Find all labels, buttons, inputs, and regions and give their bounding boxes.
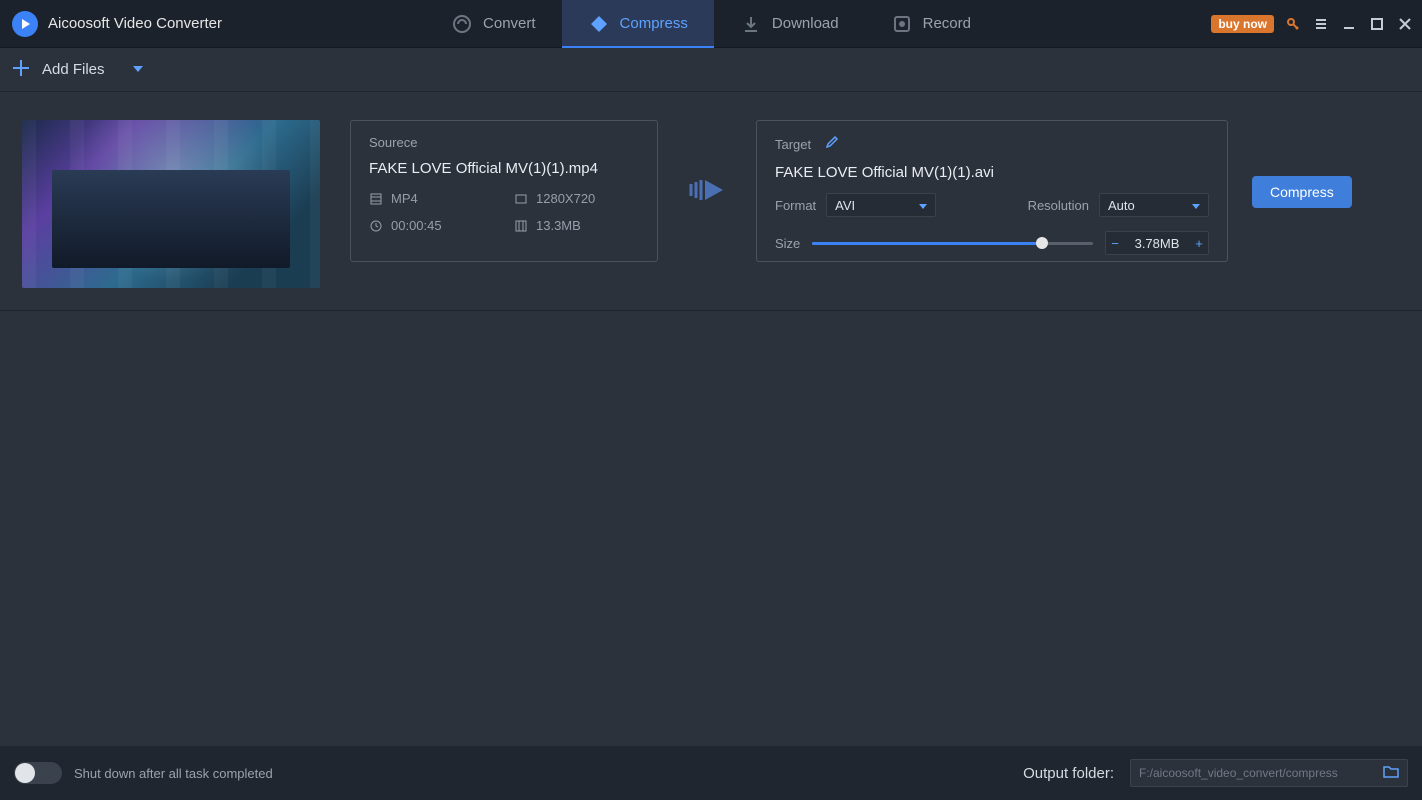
source-header: Sourece: [369, 135, 639, 150]
tab-download-label: Download: [772, 15, 839, 32]
main-tabs: Convert Compress Download Record: [425, 0, 997, 48]
output-folder-label: Output folder:: [1023, 765, 1114, 782]
add-files-label: Add Files: [42, 61, 105, 78]
slider-thumb[interactable]: [1036, 237, 1048, 249]
key-icon[interactable]: [1284, 15, 1302, 33]
add-files-button[interactable]: Add Files: [10, 57, 143, 83]
item-row: Sourece FAKE LOVE Official MV(1)(1).mp4 …: [0, 92, 1422, 288]
size-slider[interactable]: [812, 235, 1093, 251]
video-thumbnail[interactable]: [22, 120, 320, 288]
source-duration: 00:00:45: [369, 218, 494, 233]
format-label: Format: [775, 198, 816, 213]
size-label: Size: [775, 236, 800, 251]
size-decrease-button[interactable]: −: [1106, 236, 1124, 251]
format-value: AVI: [835, 198, 855, 213]
compress-button[interactable]: Compress: [1252, 176, 1352, 208]
resolution-select[interactable]: Auto: [1099, 193, 1209, 217]
resolution-value: Auto: [1108, 198, 1135, 213]
toggle-knob: [15, 763, 35, 783]
chevron-down-icon: [919, 198, 927, 213]
tab-download[interactable]: Download: [714, 0, 865, 48]
menu-icon[interactable]: [1312, 15, 1330, 33]
source-filename: FAKE LOVE Official MV(1)(1).mp4: [369, 160, 639, 177]
convert-icon: [451, 13, 473, 35]
record-icon: [891, 13, 913, 35]
footer-bar: Shut down after all task completed Outpu…: [0, 746, 1422, 800]
output-path-value: F:/aicoosoft_video_convert/compress: [1139, 766, 1338, 780]
tab-compress-label: Compress: [620, 15, 688, 32]
clock-icon: [369, 219, 383, 233]
tab-compress[interactable]: Compress: [562, 0, 714, 48]
minimize-icon[interactable]: [1340, 15, 1358, 33]
resolution-icon: [514, 192, 528, 206]
tab-record[interactable]: Record: [865, 0, 997, 48]
shutdown-label: Shut down after all task completed: [74, 766, 273, 781]
maximize-icon[interactable]: [1368, 15, 1386, 33]
window-controls: buy now: [1211, 15, 1422, 33]
resolution-label: Resolution: [1028, 198, 1089, 213]
title-bar: Aicoosoft Video Converter Convert Compre…: [0, 0, 1422, 48]
app-title: Aicoosoft Video Converter: [48, 15, 222, 32]
output-path-field[interactable]: F:/aicoosoft_video_convert/compress: [1130, 759, 1408, 787]
source-card: Sourece FAKE LOVE Official MV(1)(1).mp4 …: [350, 120, 658, 262]
shutdown-toggle[interactable]: [14, 762, 62, 784]
source-resolution: 1280X720: [514, 191, 639, 206]
edit-icon[interactable]: [825, 135, 839, 154]
add-files-dropdown[interactable]: [133, 61, 143, 78]
tab-record-label: Record: [923, 15, 971, 32]
size-icon: [514, 219, 528, 233]
folder-icon[interactable]: [1383, 764, 1399, 783]
target-header: Target: [775, 137, 811, 152]
download-icon: [740, 13, 762, 35]
target-card: Target FAKE LOVE Official MV(1)(1).avi F…: [756, 120, 1228, 262]
format-select[interactable]: AVI: [826, 193, 936, 217]
buy-now-button[interactable]: buy now: [1211, 15, 1274, 33]
size-stepper: − 3.78MB +: [1105, 231, 1209, 255]
source-size: 13.3MB: [514, 218, 639, 233]
divider: [0, 310, 1422, 311]
app-logo-icon: [12, 11, 38, 37]
toolbar: Add Files: [0, 48, 1422, 92]
source-format: MP4: [369, 191, 494, 206]
size-value: 3.78MB: [1124, 236, 1190, 251]
target-filename: FAKE LOVE Official MV(1)(1).avi: [775, 164, 1209, 181]
tab-convert[interactable]: Convert: [425, 0, 562, 48]
size-increase-button[interactable]: +: [1190, 236, 1208, 251]
compress-icon: [588, 13, 610, 35]
arrow-icon: [678, 178, 736, 202]
tab-convert-label: Convert: [483, 15, 536, 32]
close-icon[interactable]: [1396, 15, 1414, 33]
film-icon: [369, 192, 383, 206]
plus-icon: [10, 57, 32, 83]
chevron-down-icon: [1192, 198, 1200, 213]
